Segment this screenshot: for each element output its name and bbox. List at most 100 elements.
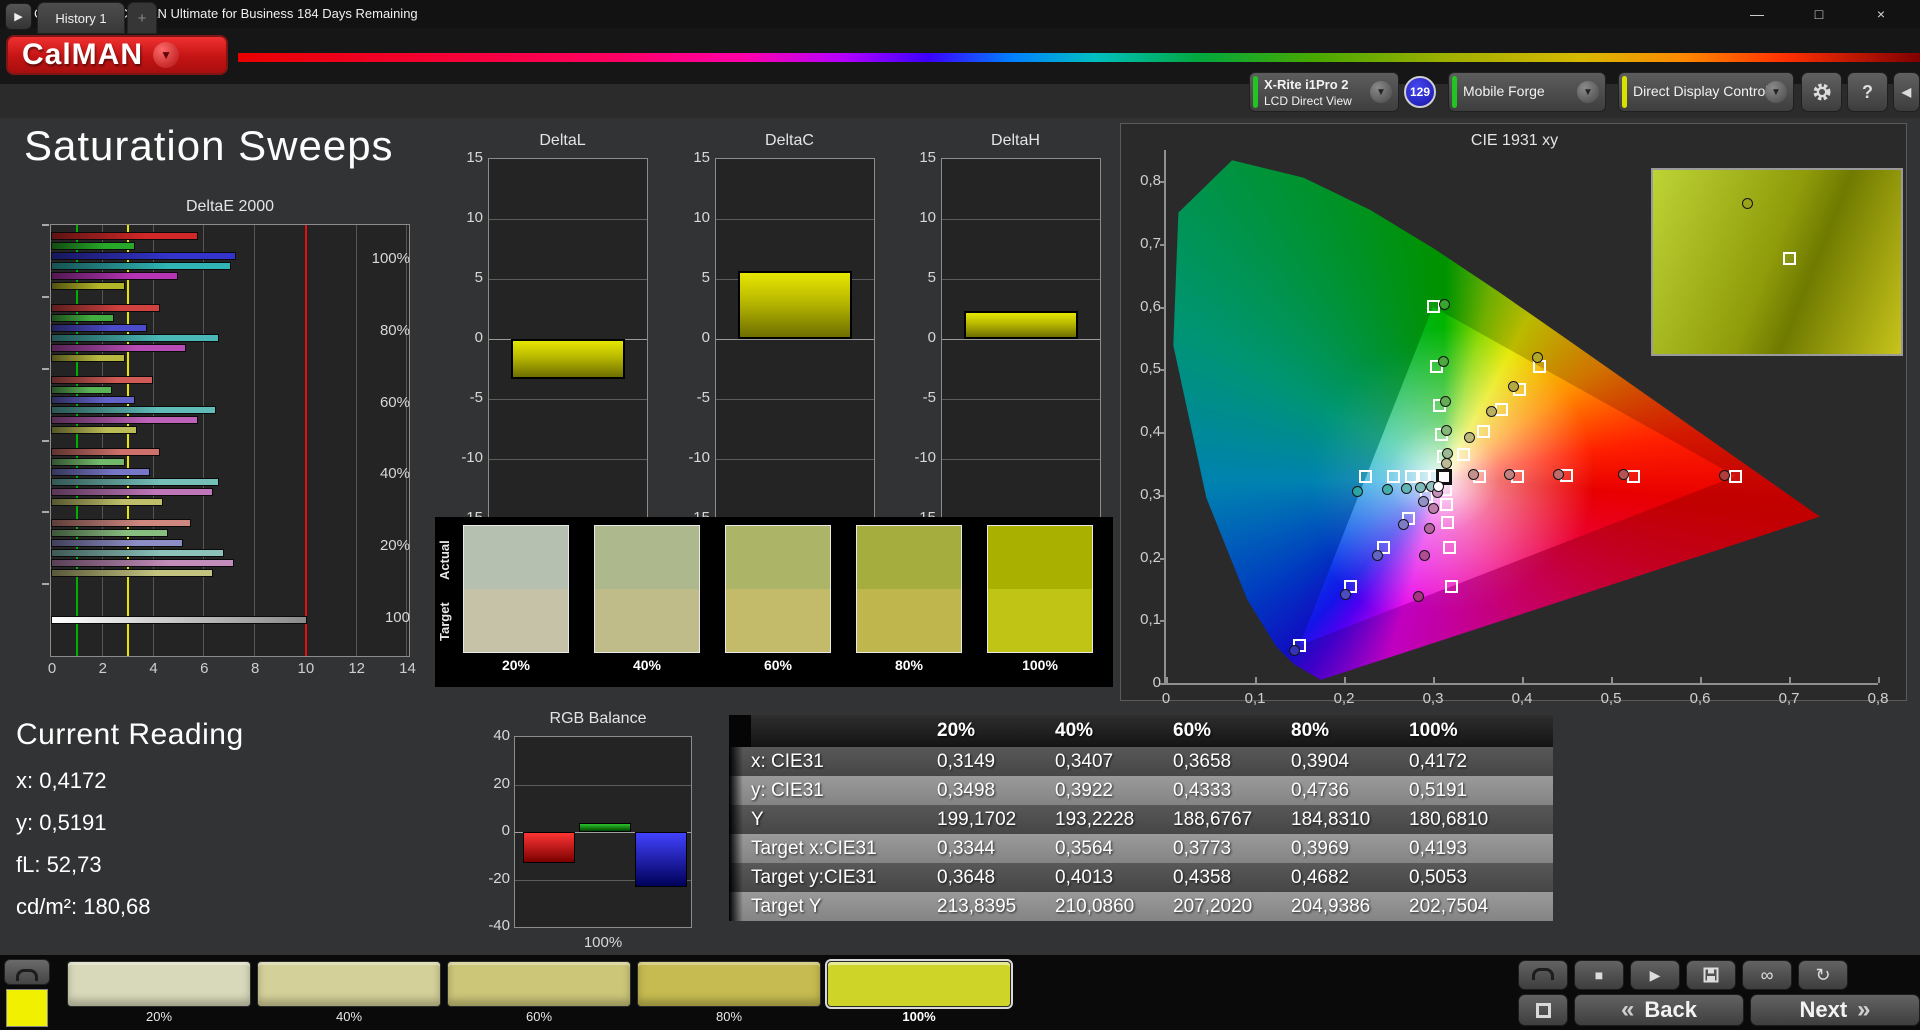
calman-menu-button[interactable]: CalMAN ▼ (6, 35, 228, 75)
display-control-dropdown[interactable]: Direct Display Control ▼ (1618, 72, 1794, 112)
rgb-bar-green (579, 822, 631, 832)
deltah-chart: DeltaH 100% 151050-5-10-15 (903, 132, 1108, 572)
chevron-down-icon[interactable]: ▼ (1577, 81, 1599, 103)
rainbow-gradient-strip (238, 53, 1920, 62)
source-dropdown[interactable]: Mobile Forge ▼ (1448, 72, 1606, 112)
title-bar: CM CalMAN 2017 CalMAN Ultimate for Busin… (0, 0, 1920, 28)
delta-y-tick-label: 10 (919, 209, 936, 226)
deltah-chart-title: DeltaH (991, 132, 1040, 149)
tab-expand-button[interactable]: ▶ (5, 3, 32, 30)
cie-y-tick (1160, 557, 1166, 560)
maximize-button[interactable]: □ (1796, 0, 1842, 28)
deltae-bar (51, 313, 115, 322)
help-button[interactable]: ? (1847, 72, 1888, 112)
table-column-header: 40% (1055, 720, 1094, 741)
pattern-button-40%[interactable] (257, 961, 441, 1007)
repeat-button[interactable]: ↻ (1798, 960, 1848, 990)
cie-x-tick-label: 0 (1161, 690, 1171, 707)
minimize-button[interactable]: — (1734, 0, 1780, 28)
fullscreen-pattern-button[interactable] (1518, 994, 1568, 1026)
play-button[interactable]: ▶ (1630, 960, 1680, 990)
pattern-button-100%[interactable] (825, 959, 1013, 1009)
deltae-bar (51, 252, 237, 260)
cie-y-tick-label: 0,5 (1140, 360, 1161, 378)
deltae-group-label: 100 (384, 609, 410, 627)
cie-target-marker (1359, 470, 1373, 484)
deltae-bar (51, 232, 199, 240)
deltal-chart: DeltaL 100% 151050-5-10-15 (450, 132, 655, 572)
cie-x-tick-label: 0,3 (1422, 690, 1444, 707)
deltah-plot-area (941, 158, 1101, 520)
cie-x-tick-label: 0,2 (1333, 690, 1355, 707)
current-reading-value: cd/m²: 180,68 (16, 894, 151, 919)
deltae-bar (51, 303, 161, 312)
table-row-label: x: CIE31 (751, 751, 824, 772)
cie-x-tick (1700, 677, 1702, 683)
meter-count-badge[interactable]: 129 (1404, 76, 1436, 108)
save-button[interactable] (1686, 960, 1736, 990)
deltae-bar (51, 539, 184, 548)
display-control-name: Direct Display Control (1633, 83, 1769, 99)
target-swatch (857, 589, 961, 652)
close-button[interactable]: × (1858, 0, 1904, 28)
pattern-window-button[interactable] (4, 959, 50, 985)
cie-target-marker (1445, 579, 1459, 593)
deltae-group-label: 80% (379, 321, 410, 339)
deltae-bar (51, 272, 178, 280)
current-patch-swatch[interactable] (6, 989, 48, 1027)
table-row: x: CIE31 0,3149 0,3407 0,3658 0,3904 0,4172 (729, 747, 1553, 776)
deltal-bar (511, 339, 625, 379)
deltae-x-tick-label: 2 (98, 660, 107, 677)
cie-x-tick-label: 0,5 (1600, 690, 1622, 707)
rgb-x-label: 100% (583, 934, 623, 951)
pattern-button-20%[interactable] (67, 961, 251, 1007)
target-swatch (595, 589, 699, 652)
add-tab-button[interactable]: + (127, 2, 157, 34)
actual-swatch (464, 526, 568, 589)
pattern-preview-cluster (4, 959, 52, 1027)
deltae-x-tick-label: 0 (47, 660, 57, 677)
deltae-bar (51, 395, 135, 404)
table-cell: 0,4333 (1173, 780, 1232, 801)
current-reading-block: Current Reading x: 0,4172 y: 0,5191 fL: 52… (16, 718, 244, 920)
delta-y-tick-label: 0 (474, 329, 483, 346)
actual-swatch (595, 526, 699, 589)
display-control-status-bar (1622, 76, 1627, 108)
calman-menu-arrow-icon: ▼ (153, 42, 180, 68)
delta-y-tick-label: 10 (693, 209, 710, 226)
deltal-chart-title: DeltaL (539, 132, 586, 149)
cie-y-tick-label: 0,3 (1140, 485, 1161, 503)
table-cell: 0,3773 (1173, 838, 1232, 859)
collapse-panel-button[interactable]: ◀ (1893, 72, 1920, 112)
tab-history-1[interactable]: History 1 (37, 2, 125, 34)
chevron-down-icon[interactable]: ▼ (1370, 81, 1392, 103)
pattern-popup-button[interactable] (1518, 960, 1568, 990)
continuous-read-button[interactable]: ∞ (1742, 960, 1792, 990)
back-button[interactable]: « Back (1574, 994, 1744, 1026)
cie-measured-marker (1440, 424, 1452, 436)
cie-target-marker (1386, 470, 1400, 484)
cie-measured-marker (1423, 522, 1435, 534)
cie-y-tick (1160, 432, 1166, 435)
table-column-header: 100% (1409, 720, 1458, 741)
swatch-80% (856, 525, 962, 653)
pattern-button-80%[interactable] (637, 961, 821, 1007)
table-cell: 188,6767 (1173, 809, 1253, 830)
next-button[interactable]: Next » (1750, 994, 1920, 1026)
settings-button[interactable] (1801, 72, 1842, 112)
cie-measured-marker (1289, 644, 1301, 656)
deltae-bar (51, 457, 125, 466)
stop-button[interactable]: ■ (1574, 960, 1624, 990)
cie-y-tick (1160, 369, 1166, 372)
deltae-bar (51, 477, 219, 486)
pattern-button-60%[interactable] (447, 961, 631, 1007)
delta-y-tick-label: -10 (914, 449, 936, 466)
meter-dropdown[interactable]: X-Rite i1Pro 2 LCD Direct View ▼ (1249, 72, 1399, 112)
cie-y-tick (1160, 181, 1166, 184)
cie-measured-marker (1417, 495, 1429, 507)
chevron-down-icon[interactable]: ▼ (1765, 81, 1787, 103)
deltae-bar (51, 549, 224, 558)
deltac-chart: DeltaC 100% 151050-5-10-15 (677, 132, 882, 572)
cie-x-tick-label: 0,7 (1778, 690, 1800, 707)
infinity-icon: ∞ (1760, 964, 1774, 985)
